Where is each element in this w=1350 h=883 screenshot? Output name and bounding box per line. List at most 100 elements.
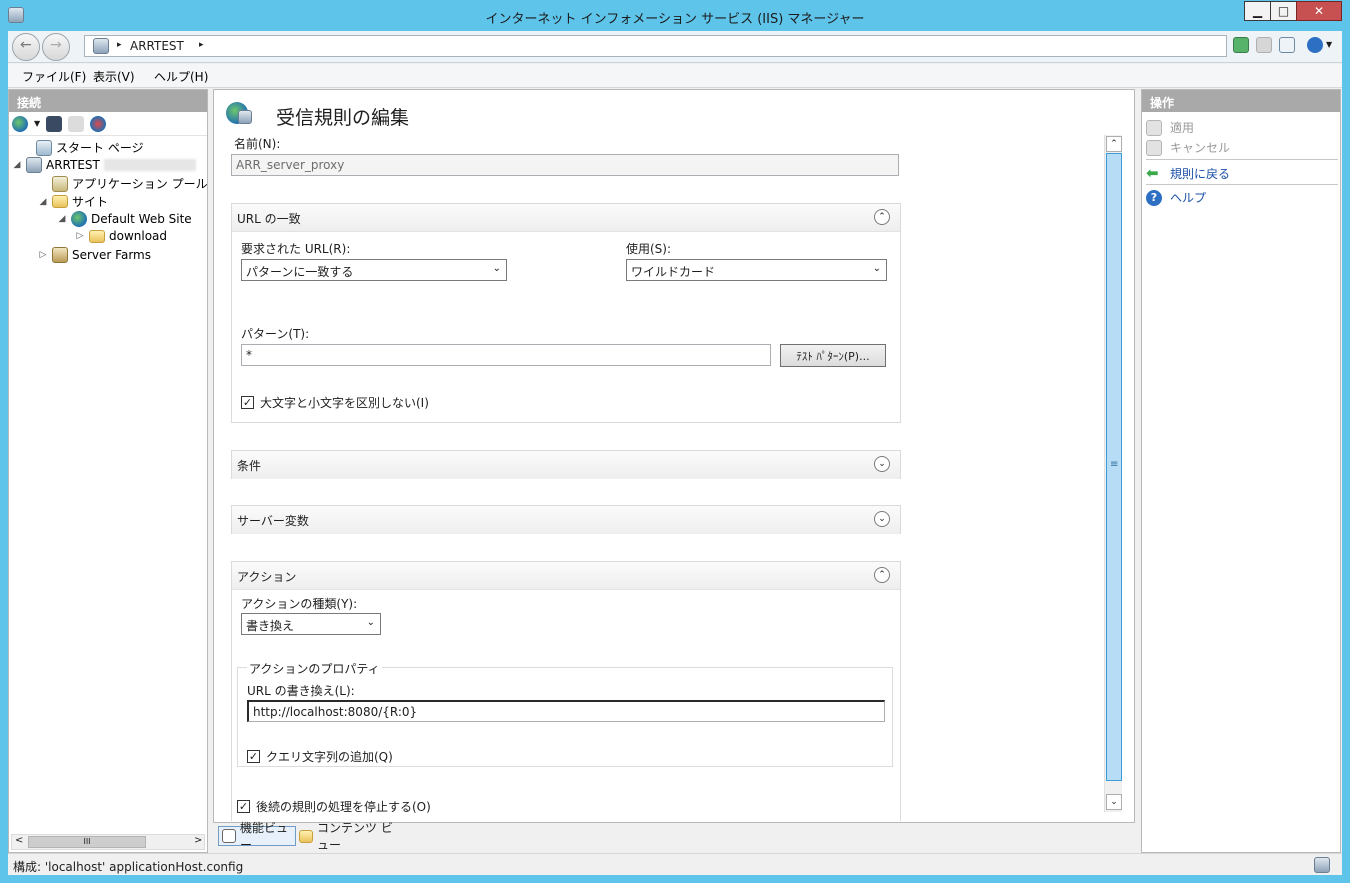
name-label: 名前(N):	[234, 137, 281, 151]
action-type-label: アクションの種類(Y):	[241, 597, 358, 611]
tree-item-server-farms[interactable]: ▷ Server Farms	[38, 247, 151, 263]
rewrite-url-field[interactable]: http://localhost:8080/{R:0}	[247, 700, 885, 722]
connect-dropdown-icon[interactable]: ▼	[34, 119, 40, 128]
expand-chevron-icon[interactable]: ⌄	[874, 511, 890, 527]
tab-label: 機能ビュー	[240, 821, 289, 852]
apply-action[interactable]: 適用	[1146, 119, 1194, 136]
cancel-action[interactable]: キャンセル	[1146, 139, 1230, 156]
scroll-thumb[interactable]: III	[28, 836, 146, 848]
stop-icon[interactable]	[1256, 37, 1272, 53]
checkbox-label: クエリ文字列の追加(Q)	[266, 750, 393, 764]
folder-icon	[89, 229, 105, 243]
menu-help[interactable]: ヘルプ(H)	[154, 68, 208, 85]
requested-url-label: 要求された URL(R):	[241, 242, 351, 256]
vertical-scrollbar[interactable]: ⌃ ≡ ⌄	[1104, 135, 1122, 812]
collapse-chevron-icon[interactable]: ⌃	[874, 209, 890, 225]
expand-chevron-icon[interactable]: ⌄	[874, 456, 890, 472]
apply-icon	[1146, 119, 1162, 136]
refresh-icon[interactable]	[1233, 37, 1249, 53]
breadcrumb-dropdown[interactable]: ▸	[199, 40, 204, 50]
back-to-rules-action[interactable]: ⬅ 規則に戻る	[1146, 164, 1230, 182]
back-button[interactable]: ←	[12, 33, 40, 61]
append-query-checkbox[interactable]: ✓ クエリ文字列の追加(Q)	[247, 748, 393, 765]
server-variables-header[interactable]: サーバー変数 ⌄	[232, 506, 900, 534]
sites-folder-icon	[52, 195, 68, 208]
requested-url-combo[interactable]: パターンに一致する ⌄	[241, 259, 507, 281]
scroll-thumb[interactable]: ≡	[1106, 153, 1122, 781]
tab-label: コンテンツ ビュー	[317, 821, 393, 852]
status-text: 構成: 'localhost' applicationHost.config	[13, 860, 244, 874]
action-type-combo[interactable]: 書き換え ⌄	[241, 613, 381, 635]
divider	[1146, 159, 1338, 160]
action-label: 適用	[1170, 121, 1195, 135]
combo-value: ワイルドカード	[631, 265, 716, 279]
menu-file[interactable]: ファイル(F)	[22, 68, 86, 85]
status-bar: 構成: 'localhost' applicationHost.config	[8, 853, 1342, 875]
forward-button[interactable]: →	[42, 33, 70, 61]
start-page-icon	[36, 139, 52, 156]
help-action[interactable]: ? ヘルプ	[1146, 189, 1206, 206]
connections-pane: 接続 ▼ スタート ページ ◢ ARRTEST アプリケーション プール ◢ サ…	[8, 89, 208, 853]
test-pattern-button[interactable]: ﾃｽﾄ ﾊﾟﾀｰﾝ(P)...	[780, 344, 886, 367]
scroll-right-icon[interactable]: >	[194, 835, 202, 846]
tab-features-view[interactable]: 機能ビュー	[218, 821, 296, 852]
scroll-left-icon[interactable]: <	[15, 835, 23, 846]
tree-item-app-pools[interactable]: アプリケーション プール	[52, 175, 208, 192]
scroll-up-icon[interactable]: ⌃	[1106, 136, 1122, 152]
url-match-header[interactable]: URL の一致 ⌃	[232, 204, 900, 232]
collapse-arrow-icon[interactable]: ◢	[12, 160, 22, 170]
breadcrumb-server[interactable]: ARRTEST	[130, 39, 184, 53]
tree-item-download[interactable]: ▷ download	[75, 229, 168, 243]
using-combo[interactable]: ワイルドカード ⌄	[626, 259, 887, 281]
tree-label: Server Farms	[72, 248, 151, 262]
group-legend: アクションのプロパティ	[247, 660, 382, 677]
breadcrumb-separator: ▸	[117, 40, 122, 50]
expand-arrow-icon[interactable]: ▷	[75, 231, 85, 241]
ignore-case-checkbox[interactable]: ✓ 大文字と小文字を区別しない(I)	[241, 394, 429, 411]
maximize-button[interactable]: □	[1270, 1, 1297, 21]
checkbox-checked-icon[interactable]: ✓	[247, 750, 260, 763]
save-icon[interactable]	[46, 115, 63, 132]
tree-label: サイト	[72, 195, 109, 209]
divider	[1146, 184, 1338, 185]
checkbox-checked-icon[interactable]: ✓	[241, 396, 254, 409]
help-icon: ?	[1146, 189, 1162, 206]
tree-item-start-page[interactable]: スタート ページ	[22, 139, 144, 156]
tree-item-server[interactable]: ◢ ARRTEST	[12, 157, 207, 173]
app-pool-icon	[52, 175, 68, 192]
collapse-arrow-icon[interactable]: ◢	[38, 197, 48, 207]
up-level-icon[interactable]	[68, 115, 85, 132]
connect-icon[interactable]	[12, 115, 28, 132]
scroll-down-icon[interactable]: ⌄	[1106, 794, 1122, 810]
conditions-header[interactable]: 条件 ⌄	[232, 451, 900, 479]
help-dropdown-icon[interactable]: ▼	[1326, 40, 1332, 49]
section-title: 条件	[237, 459, 262, 473]
action-header[interactable]: アクション ⌃	[232, 562, 900, 590]
help-icon[interactable]	[1307, 37, 1323, 53]
disconnect-icon[interactable]	[90, 115, 107, 132]
tree-item-sites[interactable]: ◢ サイト	[38, 193, 108, 210]
pattern-field[interactable]: *	[241, 344, 771, 366]
horizontal-scrollbar[interactable]: < III >	[11, 834, 205, 850]
home-icon[interactable]	[1279, 37, 1295, 53]
stop-processing-checkbox[interactable]: ✓ 後続の規則の処理を停止する(O)	[237, 798, 431, 815]
action-section: アクション ⌃ アクションの種類(Y): 書き換え ⌄ アクションのプロパティ …	[231, 561, 901, 821]
chevron-down-icon: ⌄	[492, 263, 501, 274]
name-field[interactable]: ARR_server_proxy	[231, 154, 899, 176]
menu-view[interactable]: 表示(V)	[93, 68, 135, 85]
collapse-arrow-icon[interactable]: ◢	[57, 214, 67, 224]
rewrite-url-label: URL の書き換え(L):	[247, 684, 355, 698]
grip-icon: ≡	[1110, 459, 1119, 470]
tab-content-view[interactable]: コンテンツ ビュー	[299, 821, 399, 852]
action-label: ヘルプ	[1170, 191, 1207, 205]
minimize-button[interactable]: ▁	[1244, 1, 1271, 21]
server-variables-section: サーバー変数 ⌄	[231, 505, 901, 534]
expand-arrow-icon[interactable]: ▷	[38, 250, 48, 260]
redacted-text	[103, 159, 196, 171]
tree-item-default-web-site[interactable]: ◢ Default Web Site	[57, 211, 192, 227]
title-bar: インターネット インフォメーション サービス (IIS) マネージャー ▁ □ …	[0, 0, 1350, 32]
collapse-chevron-icon[interactable]: ⌃	[874, 567, 890, 583]
close-button[interactable]: ✕	[1296, 1, 1342, 21]
checkbox-checked-icon[interactable]: ✓	[237, 800, 250, 813]
address-bar[interactable]: ▸ ARRTEST ▸	[84, 35, 1227, 57]
